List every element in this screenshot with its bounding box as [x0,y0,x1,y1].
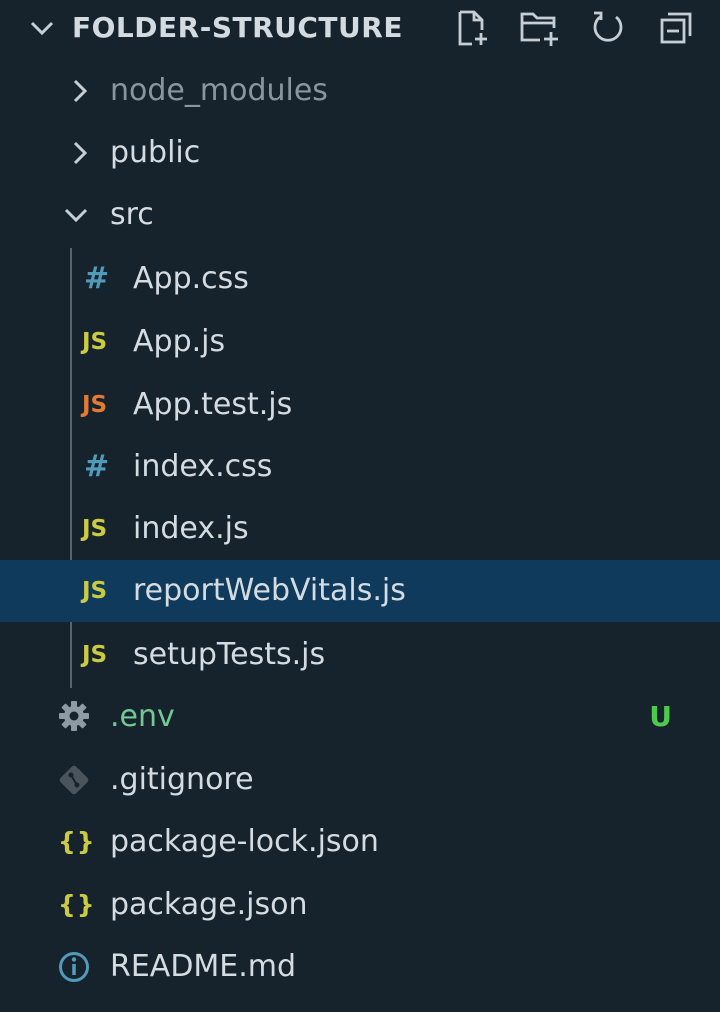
file-label: App.css [133,261,249,296]
file-label: README.md [110,949,297,984]
chevron-right-icon [73,141,88,165]
tree-file-index-css[interactable]: # index.css [0,436,720,498]
json-file-icon: {} [58,827,96,856]
untracked-badge: U [649,700,672,733]
chevron-down-icon[interactable] [28,14,56,42]
tree-file-env[interactable]: .env U [0,686,720,748]
test-js-file-icon: JS [82,392,108,418]
file-label: index.js [133,511,249,546]
file-label: setupTests.js [133,637,326,672]
css-file-icon: # [84,449,110,484]
explorer-header[interactable]: FOLDER-STRUCTURE [0,0,720,56]
refresh-icon [593,11,623,42]
tree-file-index-js[interactable]: JS index.js [0,498,720,560]
new-folder-icon [520,12,558,46]
folder-label: src [110,197,154,232]
new-folder-button[interactable] [518,6,562,50]
tree-file-readme-md[interactable]: README.md [0,936,720,998]
tree-file-app-css[interactable]: # App.css [0,248,720,310]
file-label: index.css [133,449,273,484]
tree-file-app-js[interactable]: JS App.js [0,311,720,373]
new-file-icon [458,10,487,46]
file-label: .gitignore [110,762,254,797]
new-file-button[interactable] [450,6,494,50]
tree-file-setup-tests-js[interactable]: JS setupTests.js [0,624,720,686]
collapse-all-button[interactable] [654,6,698,50]
tree-folder-src[interactable]: src [0,184,720,246]
folder-label: node_modules [110,73,328,108]
tree-folder-node-modules[interactable]: node_modules [0,60,720,122]
file-label: App.test.js [133,387,293,422]
js-file-icon: JS [82,642,108,668]
file-explorer: FOLDER-STRUCTURE node_modules public src… [0,0,720,1012]
gear-icon [59,701,89,731]
git-icon [59,765,89,795]
info-icon [59,952,89,982]
tree-folder-public[interactable]: public [0,122,720,184]
tree-file-report-web-vitals-js[interactable]: JS reportWebVitals.js [0,560,720,622]
tree-file-package-json[interactable]: {} package.json [0,874,720,936]
tree-file-gitignore[interactable]: .gitignore [0,749,720,811]
file-label: .env [110,699,175,734]
file-label: App.js [133,324,226,359]
folder-label: public [110,135,201,170]
file-label: package-lock.json [110,824,379,859]
collapse-all-icon [660,12,692,44]
file-label: package.json [110,887,308,922]
tree-file-app-test-js[interactable]: JS App.test.js [0,374,720,436]
chevron-right-icon [73,79,88,103]
css-file-icon: # [84,261,110,296]
js-file-icon: JS [82,516,108,542]
tree-file-package-lock-json[interactable]: {} package-lock.json [0,811,720,873]
js-file-icon: JS [82,578,108,604]
chevron-down-icon [64,208,88,223]
file-label: reportWebVitals.js [133,573,406,608]
explorer-title: FOLDER-STRUCTURE [72,11,403,44]
refresh-button[interactable] [586,6,630,50]
js-file-icon: JS [82,329,108,355]
json-file-icon: {} [58,890,96,919]
